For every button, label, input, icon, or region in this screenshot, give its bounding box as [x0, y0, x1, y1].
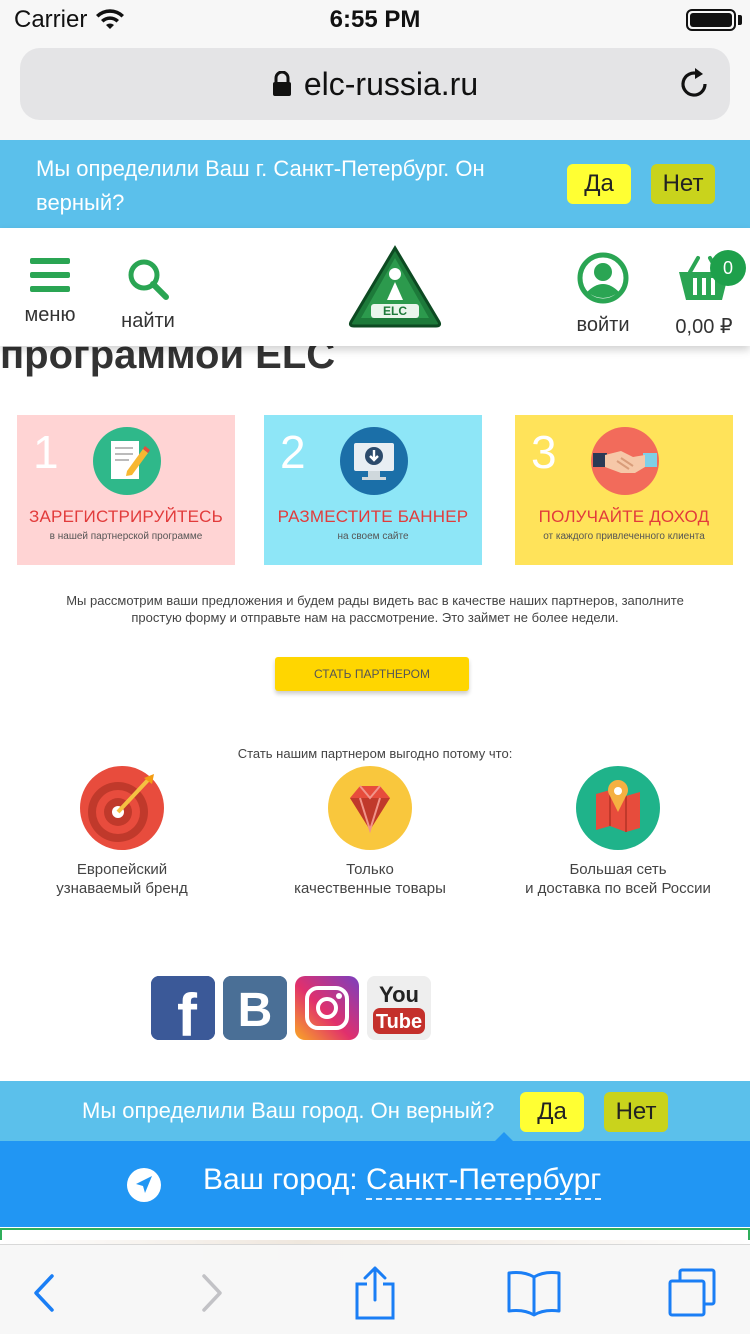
document-pen-icon	[93, 427, 161, 495]
battery-tip	[738, 15, 742, 25]
benefit-line: и доставка по всей России	[525, 880, 711, 897]
elc-logo-mark: ELC	[348, 245, 442, 328]
bookmarks-button[interactable]	[504, 1265, 564, 1321]
step-subtitle: от каждого привлеченного клиента	[543, 531, 705, 542]
logo-text: ELC	[383, 304, 407, 318]
city-no-bottom-button[interactable]: Нет	[604, 1092, 668, 1132]
url-text: elc-russia.ru	[303, 65, 479, 102]
status-bar: Carrier 6:55 PM	[0, 0, 750, 40]
city-yes-bottom-button[interactable]: Да	[520, 1092, 584, 1132]
book-icon	[507, 1271, 561, 1317]
step-title: ПОЛУЧАЙТЕ ДОХОД	[538, 507, 710, 526]
benefit-line: Большая сеть	[569, 861, 667, 878]
menu-button[interactable]: меню	[14, 256, 86, 327]
city-label: Ваш город:	[203, 1163, 358, 1196]
youtube-text-bottom: Tube	[376, 1011, 422, 1033]
step-subtitle: в нашей партнерской программе	[49, 531, 203, 542]
location-arrow-icon	[127, 1168, 161, 1202]
step-subtitle: на своем сайте	[337, 531, 409, 542]
clock: 6:55 PM	[329, 6, 421, 33]
city-selector-label: Ваш город: Санкт-Петербург	[203, 1163, 602, 1200]
city-no-button[interactable]: Нет	[651, 164, 715, 204]
step-title: РАЗМЕСТИТЕ БАННЕР	[277, 507, 469, 526]
share-icon	[355, 1266, 395, 1320]
youtube-icon[interactable]: You Tube	[367, 976, 431, 1040]
lock-icon	[272, 71, 291, 96]
step-card-banner: 2 РАЗМЕСТИТЕ БАННЕР на своем сайте	[264, 415, 482, 565]
step-card-income: 3 ПОЛУЧАЙТЕ ДОХОД от каждого привлеченно…	[515, 415, 733, 565]
login-button[interactable]: войти	[566, 252, 640, 337]
login-label: войти	[576, 314, 630, 336]
hamburger-icon	[30, 258, 70, 292]
step-number: 1	[33, 426, 59, 478]
monitor-download-icon	[340, 427, 408, 495]
menu-label: меню	[24, 304, 76, 326]
benefit-line: качественные товары	[294, 880, 446, 897]
handshake-icon	[591, 427, 659, 495]
elc-logo[interactable]: ELC	[347, 244, 443, 330]
search-button[interactable]: найти	[112, 256, 184, 333]
back-button[interactable]	[14, 1265, 74, 1321]
map-pin-icon	[576, 766, 660, 850]
benefit-line: Только	[346, 861, 394, 878]
instagram-icon[interactable]	[295, 976, 359, 1040]
chevron-left-icon	[34, 1274, 54, 1312]
target-icon	[80, 766, 164, 850]
benefit-quality: Только качественные товары	[240, 766, 500, 898]
browser-toolbar	[0, 1244, 750, 1334]
intro-text: Мы рассмотрим ваши предложения и будем р…	[66, 593, 684, 625]
chevron-right-icon	[202, 1274, 222, 1312]
address-bar[interactable]: elc-russia.ru	[20, 48, 730, 120]
share-button[interactable]	[345, 1265, 405, 1321]
benefit-delivery: Большая сеть и доставка по всей России	[488, 766, 748, 898]
battery-icon	[686, 9, 736, 31]
benefit-line: Европейский	[76, 861, 168, 878]
tabs-icon	[668, 1268, 716, 1317]
search-icon	[128, 259, 169, 300]
city-confirm-bottom-text: Мы определили Ваш город. Он верный?	[82, 1098, 495, 1123]
city-value-link[interactable]: Санкт-Петербург	[365, 1163, 602, 1200]
benefits-title: Стать нашим партнером выгодно потому что…	[237, 746, 513, 761]
step-number: 3	[531, 426, 557, 478]
facebook-letter: f	[177, 982, 198, 1040]
benefit-line: узнаваемый бренд	[56, 880, 188, 897]
search-label: найти	[121, 310, 175, 332]
city-yes-button[interactable]: Да	[567, 164, 631, 204]
step-title: ЗАРЕГИСТРИРУЙТЕСЬ	[29, 507, 223, 526]
city-confirm-text: Мы определили Ваш г. Санкт-Петербург. Он…	[36, 156, 485, 215]
site-header: меню найти ELC войти 0,00 ₽	[0, 228, 750, 346]
reload-icon[interactable]	[676, 66, 712, 102]
browser-chrome: elc-russia.ru	[0, 40, 750, 140]
step-card-register: 1 ЗАРЕГИСТРИРУЙТЕСЬ в нашей партнерской …	[17, 415, 235, 565]
vk-letter: B	[238, 984, 273, 1037]
benefit-brand: Европейский узнаваемый бренд	[0, 766, 252, 898]
vk-icon[interactable]: B	[223, 976, 287, 1040]
gem-icon	[328, 766, 412, 850]
user-icon	[577, 252, 629, 304]
cart-count-badge: 0	[710, 250, 746, 286]
tabs-button[interactable]	[662, 1265, 722, 1321]
city-confirm-banner: Мы определили Ваш г. Санкт-Петербург. Он…	[0, 140, 750, 228]
cart-total: 0,00 ₽	[675, 316, 733, 338]
become-partner-button[interactable]: СТАТЬ ПАРТНЕРОМ	[275, 657, 469, 691]
step-number: 2	[280, 426, 306, 478]
forward-button[interactable]	[182, 1265, 242, 1321]
youtube-text-top: You	[379, 982, 419, 1007]
facebook-icon[interactable]: f	[151, 976, 215, 1049]
